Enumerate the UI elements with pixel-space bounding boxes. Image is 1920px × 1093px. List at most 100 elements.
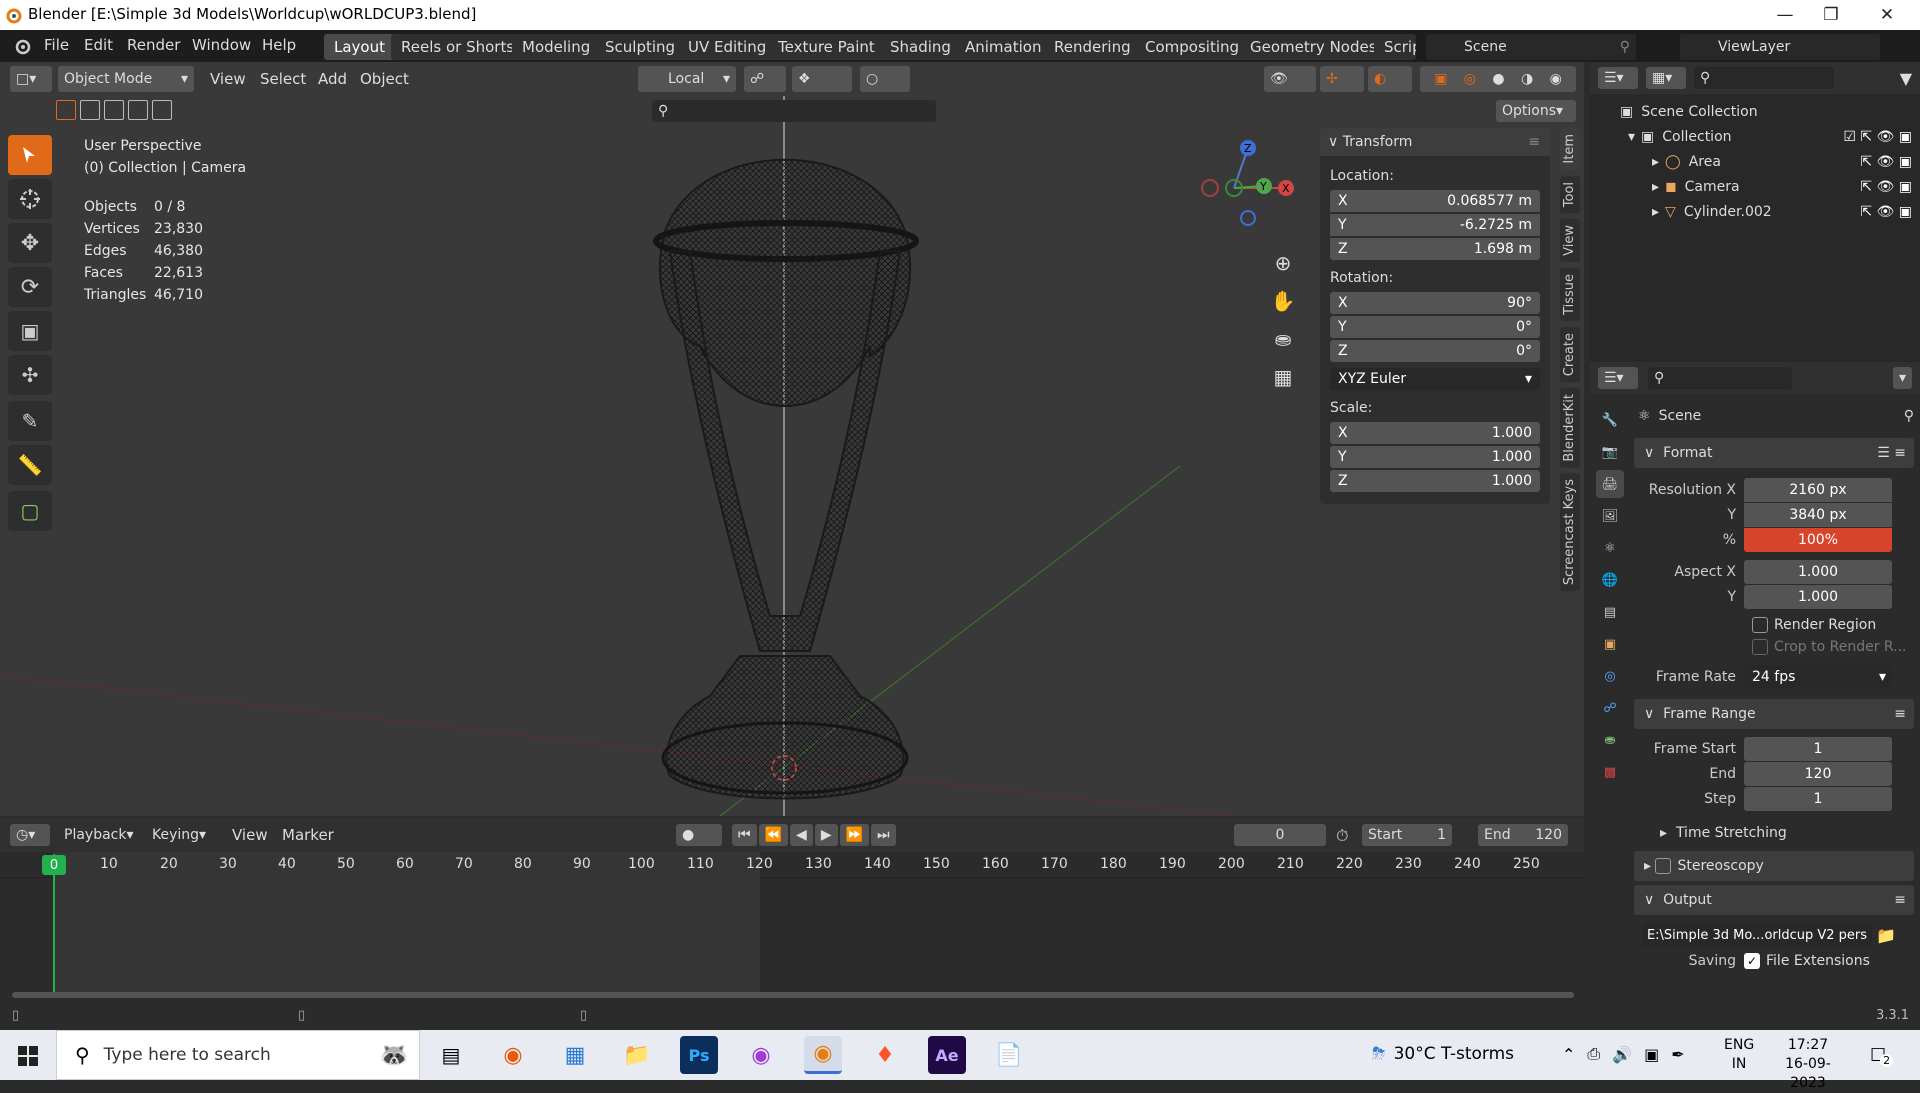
tab-tool[interactable]: Tool <box>1560 175 1580 213</box>
aspect-x-field[interactable]: 1.000 <box>1744 560 1892 584</box>
stopwatch-icon[interactable]: ⏱ <box>1336 826 1348 846</box>
scale-x-field[interactable]: X 1.000 <box>1330 422 1540 444</box>
output-properties-tab[interactable]: 🖨 <box>1596 470 1624 498</box>
data-properties-tab[interactable]: ⛂ <box>1596 726 1624 754</box>
checkbox-icon[interactable]: ☑ ⇱ 👁 ▣ <box>1843 125 1912 150</box>
timeline-view-menu[interactable]: View <box>232 826 268 844</box>
select-new-icon[interactable] <box>56 100 76 120</box>
device-icon[interactable]: ⎙ <box>1587 1044 1600 1064</box>
output-panel-header[interactable]: ∨ Output ≡ <box>1634 885 1914 915</box>
pivot-point-button[interactable]: ☍ <box>744 66 786 92</box>
wondershare-icon[interactable]: ◉ <box>742 1036 780 1074</box>
format-panel-header[interactable]: ∨ Format ☰ ≡ <box>1634 438 1914 468</box>
next-key-button[interactable]: ⏩ <box>839 824 870 846</box>
location-x-field[interactable]: X 0.068577 m <box>1330 190 1540 212</box>
display-icon[interactable]: ▣ <box>1644 1045 1659 1064</box>
timeline-editor-type[interactable]: ◷▾ <box>10 824 50 846</box>
options-dropdown[interactable]: Options ▾ <box>1496 100 1576 122</box>
constraint-properties-tab[interactable]: ☍ <box>1596 694 1624 722</box>
solid-shading-icon[interactable]: ● <box>1492 71 1504 87</box>
prev-key-button[interactable]: ⏪ <box>758 824 789 846</box>
menu-object[interactable]: Object <box>360 70 409 88</box>
rotation-mode-dropdown[interactable]: XYZ Euler ▾ <box>1330 368 1540 390</box>
blender-menu-icon[interactable] <box>12 35 34 57</box>
tab-animation[interactable]: Animation <box>955 34 1052 60</box>
select-invert-icon[interactable] <box>128 100 148 120</box>
stereoscopy-panel-header[interactable]: ▸ Stereoscopy <box>1634 851 1914 881</box>
visibility-icons[interactable]: ⇱ 👁 ▣ <box>1860 150 1912 175</box>
menu-edit[interactable]: Edit <box>84 36 113 54</box>
menu-window[interactable]: Window <box>192 36 251 54</box>
menu-add[interactable]: Add <box>318 70 347 88</box>
pen-icon[interactable]: ✒ <box>1671 1045 1684 1064</box>
keying-menu[interactable]: Keying ▾ <box>146 824 218 846</box>
add-cube-tool[interactable]: ▢ <box>8 491 52 531</box>
transform-orientation-dropdown[interactable]: Local ▾ <box>638 66 736 92</box>
tab-shading[interactable]: Shading <box>880 34 961 60</box>
jump-start-button[interactable]: ⏮ <box>732 824 757 846</box>
windows-start-icon[interactable] <box>18 1046 38 1066</box>
expand-arrow-icon[interactable]: ▾ <box>1628 125 1635 150</box>
rotation-y-field[interactable]: Y 0° <box>1330 316 1540 338</box>
tab-tissue[interactable]: Tissue <box>1560 267 1580 321</box>
resolution-x-field[interactable]: 2160 px <box>1744 478 1892 502</box>
folder-icon[interactable]: 📁 <box>1876 926 1896 945</box>
scene-properties-tab[interactable]: ⚛ <box>1596 534 1624 562</box>
pan-hand-icon[interactable]: ✋ <box>1268 282 1298 320</box>
select-extend-icon[interactable] <box>80 100 100 120</box>
frame-range-panel-header[interactable]: ∨ Frame Range ≡ <box>1634 699 1914 729</box>
menu-render[interactable]: Render <box>127 36 180 54</box>
resolution-percent-field[interactable]: 100% <box>1744 528 1892 552</box>
tab-geometry-nodes[interactable]: Geometry Nodes <box>1240 34 1387 60</box>
language-indicator[interactable]: ENG IN <box>1724 1036 1754 1074</box>
crop-region-checkbox[interactable]: Crop to Render R... <box>1634 639 1914 655</box>
time-stretching-subpanel[interactable]: ▸ Time Stretching <box>1634 821 1914 845</box>
transform-tool[interactable]: ✣ <box>8 355 52 395</box>
frame-rate-dropdown[interactable]: 24 fps ▾ <box>1744 665 1892 689</box>
navigation-gizmo[interactable]: Z X Y <box>1196 136 1306 226</box>
rendered-shading-icon[interactable]: ◉ <box>1550 71 1562 87</box>
properties-menu-button[interactable]: ▾ <box>1892 367 1912 389</box>
auto-keying-button[interactable]: ● <box>676 824 722 846</box>
blender-taskbar-icon[interactable]: ◉ <box>804 1036 842 1074</box>
tab-rendering[interactable]: Rendering <box>1044 34 1141 60</box>
physics-properties-tab[interactable]: ◎ <box>1596 662 1624 690</box>
view-layer-tab[interactable]: 🖼 <box>1596 502 1624 530</box>
properties-editor-type[interactable]: ☰▾ <box>1598 367 1638 389</box>
tab-item[interactable]: Item <box>1560 128 1580 170</box>
end-frame-field[interactable]: End 120 <box>1478 824 1568 846</box>
location-z-field[interactable]: Z 1.698 m <box>1330 238 1540 260</box>
scale-y-field[interactable]: Y 1.000 <box>1330 446 1540 468</box>
tab-screencast-keys[interactable]: Screencast Keys <box>1560 473 1580 592</box>
weather-widget[interactable]: ⛈ 30°C T-storms <box>1372 1044 1514 1064</box>
display-mode-dropdown[interactable]: ▦▾ <box>1646 67 1686 89</box>
close-button[interactable]: ✕ <box>1864 2 1910 28</box>
location-y-field[interactable]: Y -6.2725 m <box>1330 214 1540 236</box>
select-intersect-icon[interactable] <box>152 100 172 120</box>
volume-icon[interactable]: 🔊 <box>1612 1045 1632 1064</box>
cursor-tool[interactable] <box>8 179 52 219</box>
viewport-search-field[interactable]: ⚲ <box>652 100 936 122</box>
tab-compositing[interactable]: Compositing <box>1135 34 1250 60</box>
viewlayer-selector[interactable]: ViewLayer <box>1680 34 1880 60</box>
file-explorer-icon[interactable]: 📁 <box>618 1036 656 1074</box>
overlay-toggle-button[interactable]: ◐ <box>1368 66 1412 92</box>
mode-dropdown[interactable]: Object Mode ▾ <box>58 66 194 92</box>
pin-icon[interactable]: ⚲ <box>1904 408 1914 424</box>
tab-modeling[interactable]: Modeling <box>512 34 601 60</box>
minimize-button[interactable]: — <box>1762 2 1808 28</box>
play-reverse-button[interactable]: ◀ <box>790 824 813 846</box>
after-effects-icon[interactable]: Ae <box>928 1036 966 1074</box>
menu-select[interactable]: Select <box>260 70 306 88</box>
outliner-item-area[interactable]: ▸ ◯ Area ⇱ 👁 ▣ <box>1598 150 1912 175</box>
task-view-icon[interactable]: ▤ <box>432 1036 470 1074</box>
tab-blenderkit[interactable]: BlenderKit <box>1560 387 1580 468</box>
visibility-button[interactable]: 👁 <box>1264 66 1316 92</box>
scene-collection-row[interactable]: ▣ Scene Collection <box>1598 100 1912 125</box>
transform-header[interactable]: ∨ Transform ≡ <box>1320 128 1550 156</box>
play-button[interactable]: ▶ <box>814 824 838 846</box>
playback-menu[interactable]: Playback ▾ <box>58 824 142 846</box>
select-subtract-icon[interactable] <box>104 100 124 120</box>
snap-button[interactable]: ❖ <box>792 66 852 92</box>
start-frame-field[interactable]: Start 1 <box>1362 824 1452 846</box>
